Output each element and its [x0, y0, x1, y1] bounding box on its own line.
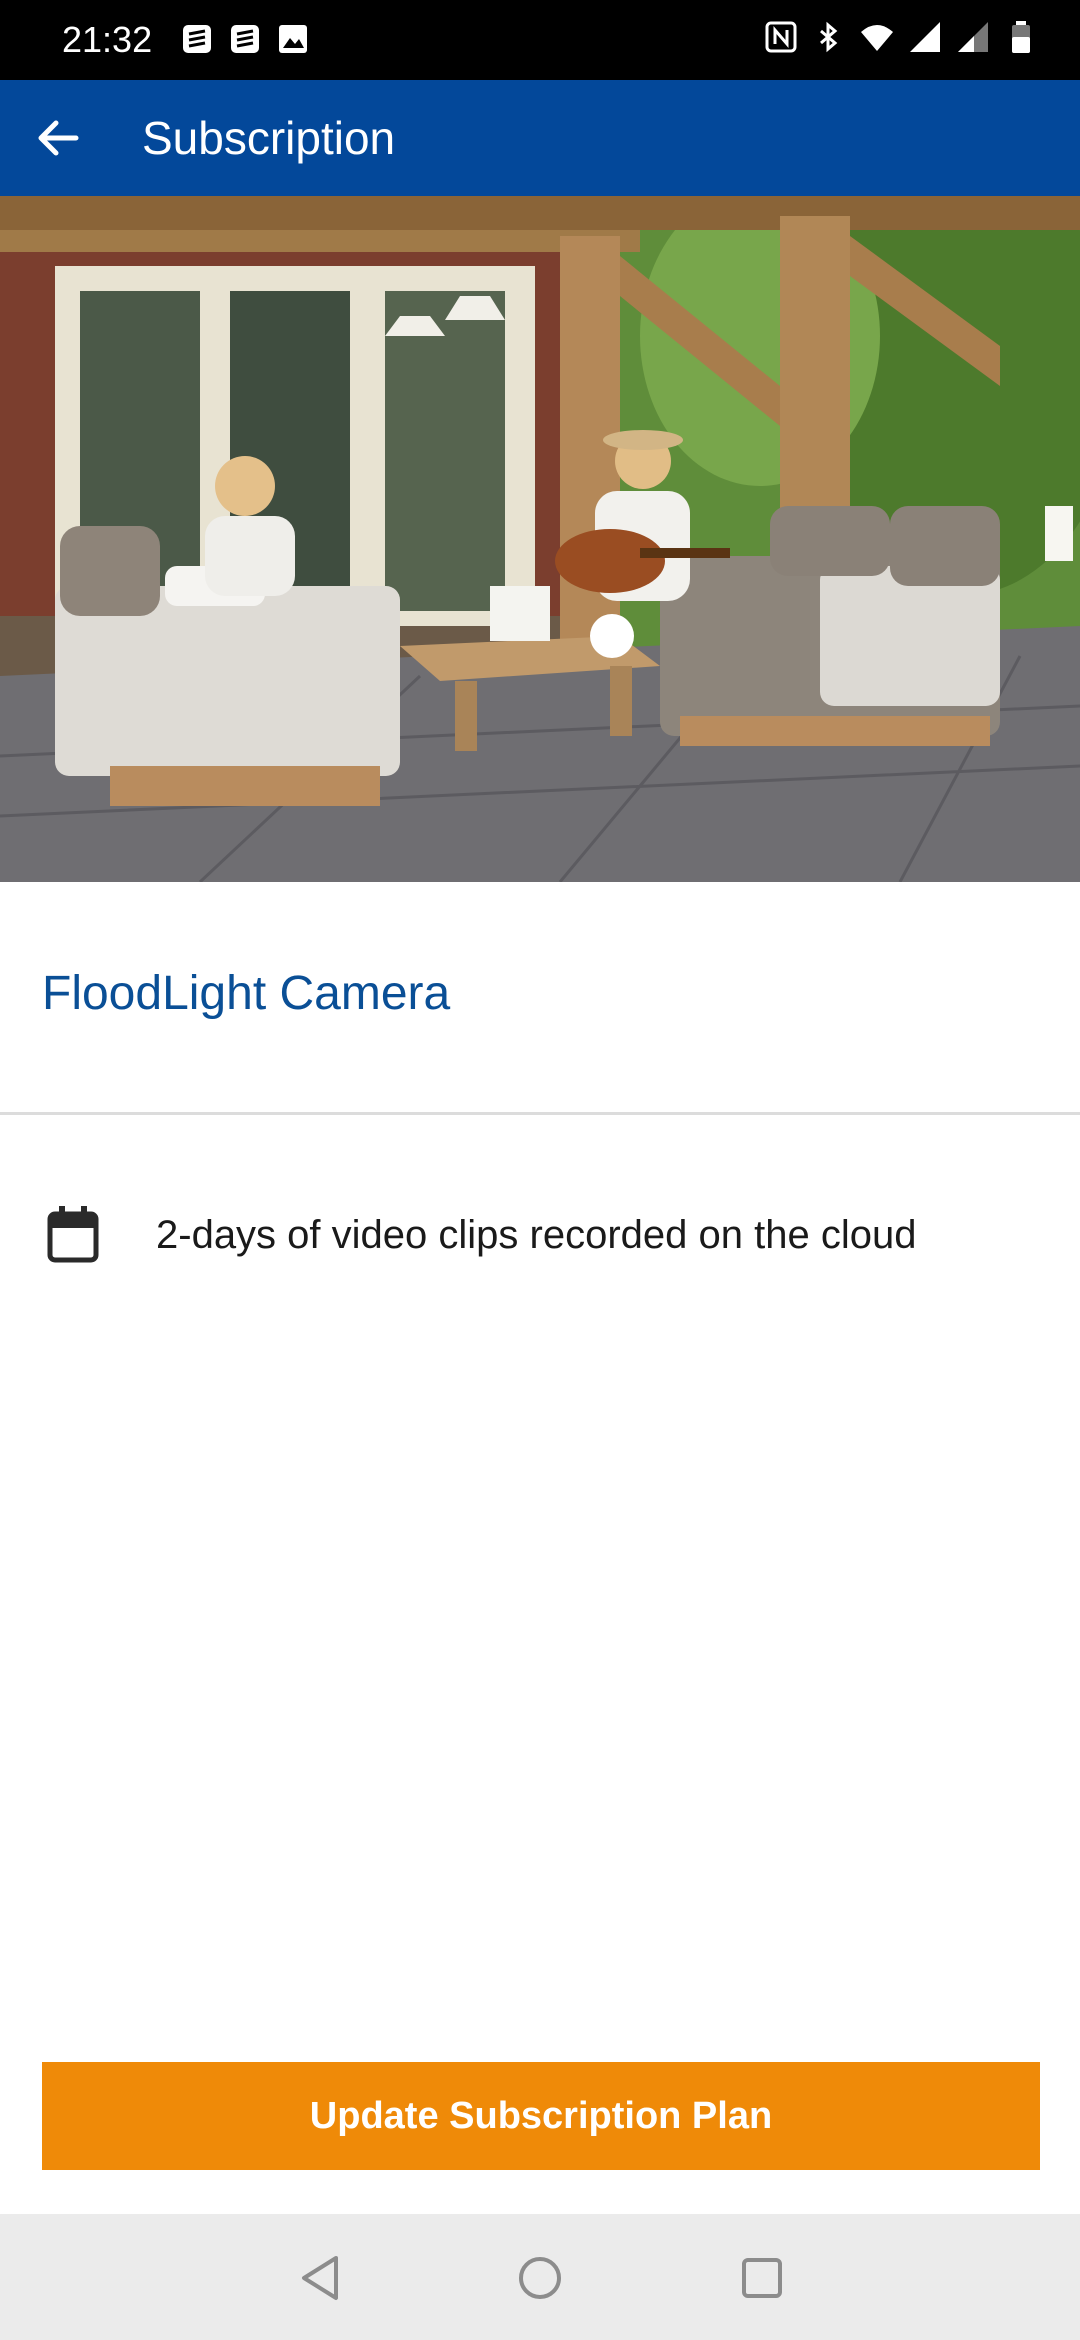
feature-row: 2-days of video clips recorded on the cl… [46, 1200, 1046, 1270]
device-name: FloodLight Camera [42, 967, 451, 1020]
home-circle-icon[interactable] [512, 2250, 568, 2306]
wifi-icon [861, 25, 893, 51]
system-nav-bar [0, 2214, 1080, 2340]
bluetooth-icon [820, 21, 838, 53]
page-title: Subscription [142, 112, 396, 164]
app-bar: Subscription [0, 80, 1080, 196]
status-time: 21:32 [62, 19, 153, 60]
notification-stack-icon [231, 25, 259, 53]
hero-image [0, 196, 1080, 882]
status-right-icons [764, 20, 1038, 54]
image-icon [279, 25, 307, 53]
patio-photo [0, 196, 1080, 882]
battery-icon [1012, 21, 1030, 53]
divider [0, 1112, 1080, 1115]
recents-square-icon[interactable] [734, 2250, 790, 2306]
back-triangle-icon[interactable] [292, 2250, 348, 2306]
nfc-icon [765, 21, 797, 53]
back-button[interactable] [22, 106, 94, 170]
update-subscription-button[interactable]: Update Subscription Plan [42, 2062, 1040, 2170]
signal-icon [910, 22, 940, 52]
status-bar: 21:32 [0, 0, 1080, 80]
signal-weak-icon [958, 22, 988, 52]
feature-text: 2-days of video clips recorded on the cl… [156, 1213, 917, 1257]
notification-stack-icon [183, 25, 211, 53]
status-left-icons [180, 22, 310, 56]
arrow-left-icon [38, 120, 79, 156]
calendar-icon [47, 1206, 99, 1263]
